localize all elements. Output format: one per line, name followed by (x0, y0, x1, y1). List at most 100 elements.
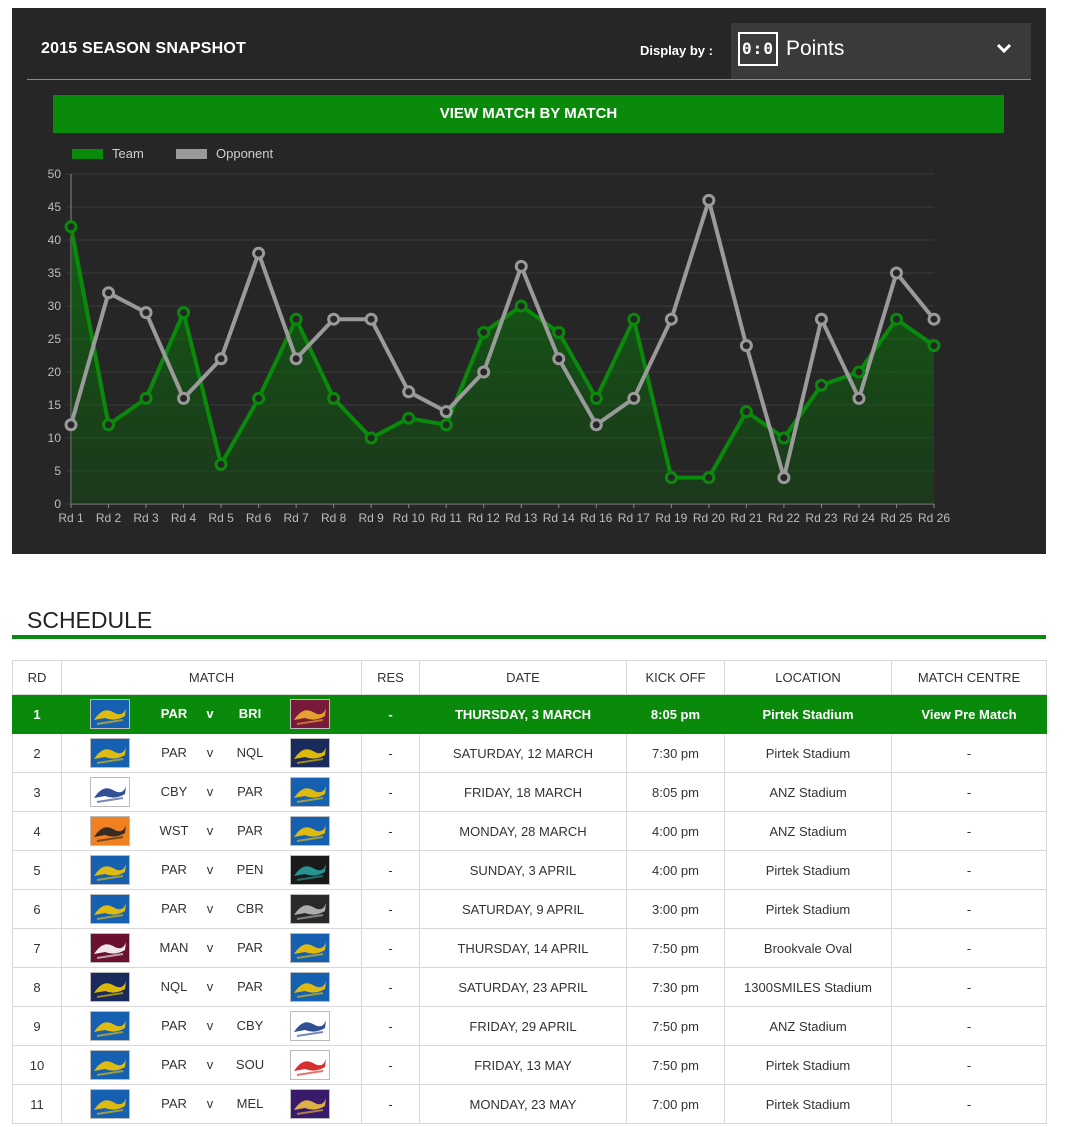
location-cell: Brookvale Oval (724, 928, 892, 968)
round-cell: 11 (12, 1084, 62, 1124)
team-point (664, 471, 678, 485)
x-tick-label: Rd 23 (805, 511, 837, 525)
versus-label: v (206, 1057, 214, 1072)
panthers-logo-icon (290, 855, 330, 885)
season-snapshot-panel: 2015 SEASON SNAPSHOT Display by : 0:0 Po… (12, 8, 1046, 554)
opponent-point (177, 391, 191, 405)
opponent-point (477, 365, 491, 379)
match-cell[interactable]: PAR v BRI (61, 694, 362, 734)
kickoff-cell: 7:50 pm (626, 1006, 725, 1046)
team-point (139, 391, 153, 405)
opponent-point (552, 352, 566, 366)
match-cell[interactable]: CBY v PAR (61, 772, 362, 812)
x-tick-label: Rd 6 (246, 511, 272, 525)
opponent-point (627, 391, 641, 405)
kickoff-cell: 7:50 pm (626, 928, 725, 968)
versus-label: v (206, 979, 214, 994)
match-cell[interactable]: MAN v PAR (61, 928, 362, 968)
round-cell: 1 (12, 694, 62, 734)
team-point (402, 411, 416, 425)
eels-logo-icon (90, 855, 130, 885)
team-point (627, 312, 641, 326)
column-header-kick-off: KICK OFF (626, 660, 725, 695)
versus-label: v (206, 784, 214, 799)
match-cell[interactable]: PAR v CBR (61, 889, 362, 929)
y-tick-label: 5 (54, 464, 61, 478)
eels-logo-icon (90, 894, 130, 924)
opponent-point (927, 312, 941, 326)
match-cell[interactable]: PAR v SOU (61, 1045, 362, 1085)
team-point (252, 391, 266, 405)
schedule-row: 6 PAR v CBR - SATURDAY, 9 APRIL 3:00 pm Pirtek … (12, 889, 1047, 929)
match-centre-cell: - (891, 733, 1047, 773)
result-cell: - (361, 772, 420, 812)
column-header-location: LOCATION (724, 660, 892, 695)
location-cell: ANZ Stadium (724, 811, 892, 851)
opponent-point (364, 312, 378, 326)
match-cell[interactable]: PAR v PEN (61, 850, 362, 890)
round-cell: 3 (12, 772, 62, 812)
x-tick-label: Rd 2 (96, 511, 122, 525)
x-tick-label: Rd 21 (730, 511, 762, 525)
eels-logo-icon (90, 1089, 130, 1119)
rabbitohs-logo-icon (290, 1050, 330, 1080)
versus-label: v (206, 862, 214, 877)
team-point (814, 378, 828, 392)
match-centre-cell: - (891, 850, 1047, 890)
opponent-point (214, 352, 228, 366)
x-tick-label: Rd 5 (208, 511, 234, 525)
result-cell: - (361, 928, 420, 968)
home-team-code: PAR (161, 745, 187, 760)
legend-swatch-team (72, 149, 103, 159)
match-cell[interactable]: WST v PAR (61, 811, 362, 851)
column-header-match: MATCH (61, 660, 362, 695)
home-team-code: PAR (160, 706, 188, 721)
x-tick-label: Rd 22 (768, 511, 800, 525)
team-point (177, 306, 191, 320)
team-point (777, 431, 791, 445)
team-point (852, 365, 866, 379)
match-cell[interactable]: PAR v NQL (61, 733, 362, 773)
kickoff-cell: 7:00 pm (626, 1084, 725, 1124)
result-cell: - (361, 889, 420, 929)
match-centre-cell[interactable]: View Pre Match (891, 694, 1047, 734)
opponent-point (439, 405, 453, 419)
legend-label-team: Team (112, 146, 144, 161)
team-point (889, 312, 903, 326)
round-cell: 9 (12, 1006, 62, 1046)
opponent-point (402, 385, 416, 399)
y-tick-label: 50 (48, 167, 62, 181)
x-tick-label: Rd 9 (358, 511, 384, 525)
match-centre-cell: - (891, 1006, 1047, 1046)
kickoff-cell: 8:05 pm (626, 772, 725, 812)
location-cell: Pirtek Stadium (724, 1045, 892, 1085)
match-cell[interactable]: PAR v MEL (61, 1084, 362, 1124)
opponent-point (777, 471, 791, 485)
eels-logo-icon (90, 1011, 130, 1041)
eels-logo-icon (290, 777, 330, 807)
home-team-code: CBY (160, 784, 188, 799)
result-cell: - (361, 1084, 420, 1124)
date-cell: SATURDAY, 9 APRIL (419, 889, 627, 929)
opponent-point (889, 266, 903, 280)
match-centre-cell: - (891, 811, 1047, 851)
team-point (439, 418, 453, 432)
team-point (64, 220, 78, 234)
schedule-divider (12, 635, 1046, 639)
away-team-code: NQL (236, 745, 264, 760)
team-area-fill (71, 226, 934, 505)
schedule-row: 3 CBY v PAR - FRIDAY, 18 MARCH 8:05 pm ANZ Stad… (12, 772, 1047, 812)
y-tick-label: 35 (48, 266, 62, 280)
round-cell: 2 (12, 733, 62, 773)
eels-logo-icon (90, 1050, 130, 1080)
kickoff-cell: 4:00 pm (626, 811, 725, 851)
match-cell[interactable]: NQL v PAR (61, 967, 362, 1007)
x-tick-label: Rd 14 (543, 511, 575, 525)
y-tick-label: 45 (48, 200, 62, 214)
round-cell: 10 (12, 1045, 62, 1085)
kickoff-cell: 7:30 pm (626, 967, 725, 1007)
match-cell[interactable]: PAR v CBY (61, 1006, 362, 1046)
column-header-rd: RD (12, 660, 62, 695)
result-cell: - (361, 967, 420, 1007)
schedule-row: 9 PAR v CBY - FRIDAY, 29 APRIL 7:50 pm ANZ Stad… (12, 1006, 1047, 1046)
